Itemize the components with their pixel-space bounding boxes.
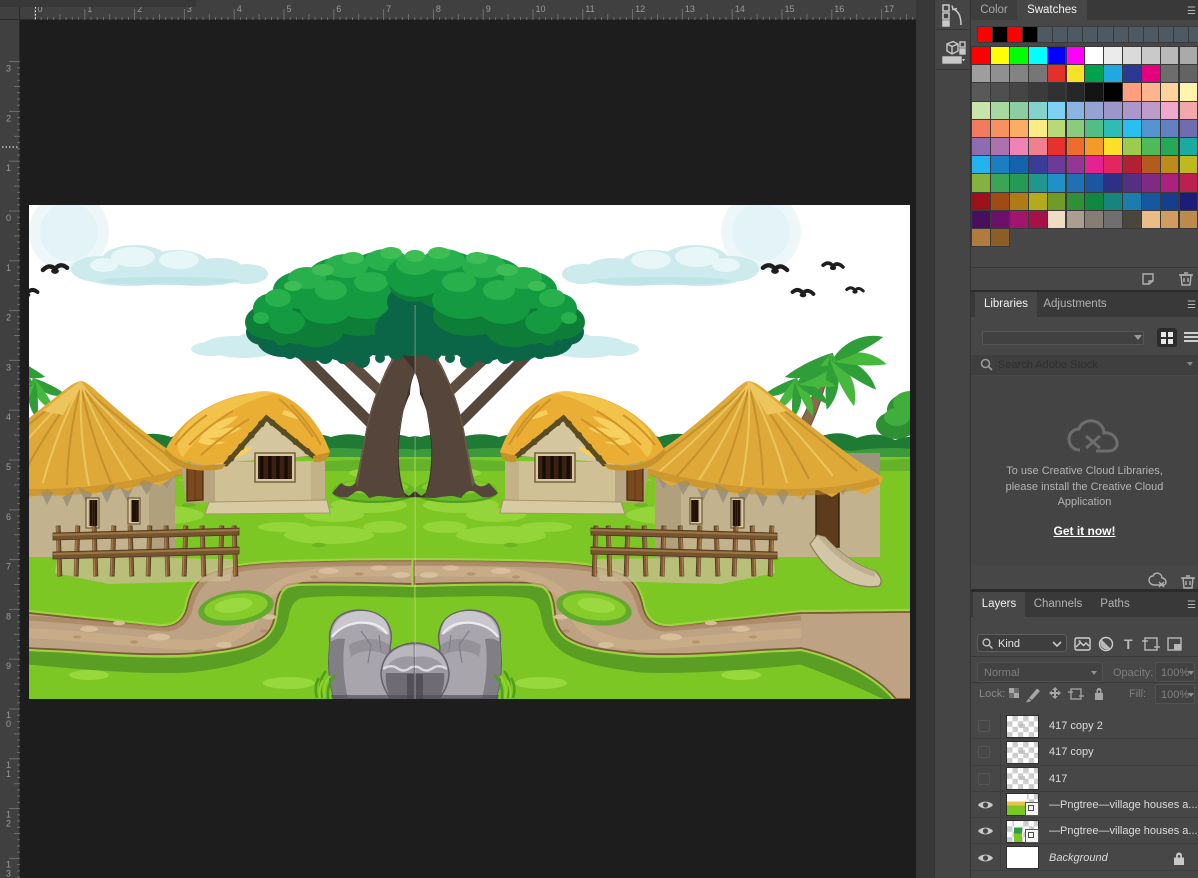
svg-text:11: 11 — [585, 4, 594, 14]
svg-text:5: 5 — [6, 462, 11, 472]
svg-text:13: 13 — [685, 4, 695, 14]
svg-text:7: 7 — [6, 562, 11, 572]
svg-text:1: 1 — [6, 769, 11, 779]
svg-text:3: 3 — [6, 362, 11, 372]
svg-text:5: 5 — [287, 4, 292, 14]
svg-text:10: 10 — [536, 4, 546, 14]
svg-text:16: 16 — [834, 4, 844, 14]
svg-text:1: 1 — [6, 163, 11, 173]
svg-text:4: 4 — [237, 4, 242, 14]
svg-text:2: 2 — [6, 313, 11, 323]
svg-text:15: 15 — [785, 4, 795, 14]
svg-text:0: 0 — [6, 719, 11, 729]
svg-text:12: 12 — [635, 4, 645, 14]
svg-text:3: 3 — [6, 868, 11, 878]
svg-text:7: 7 — [386, 4, 391, 14]
svg-text:9: 9 — [6, 661, 11, 671]
svg-text:T: T — [1124, 636, 1133, 652]
svg-text:6: 6 — [336, 4, 341, 14]
svg-text:14: 14 — [735, 4, 745, 14]
svg-text:2: 2 — [6, 113, 11, 123]
svg-text:3: 3 — [6, 64, 11, 74]
svg-text:2: 2 — [6, 819, 11, 829]
svg-text:6: 6 — [6, 512, 11, 522]
svg-text:8: 8 — [6, 611, 11, 621]
svg-text:1: 1 — [6, 263, 11, 273]
svg-text:17: 17 — [884, 4, 894, 14]
svg-text:8: 8 — [436, 4, 441, 14]
svg-text:4: 4 — [6, 412, 11, 422]
svg-text:0: 0 — [6, 213, 11, 223]
svg-text:9: 9 — [486, 4, 491, 14]
